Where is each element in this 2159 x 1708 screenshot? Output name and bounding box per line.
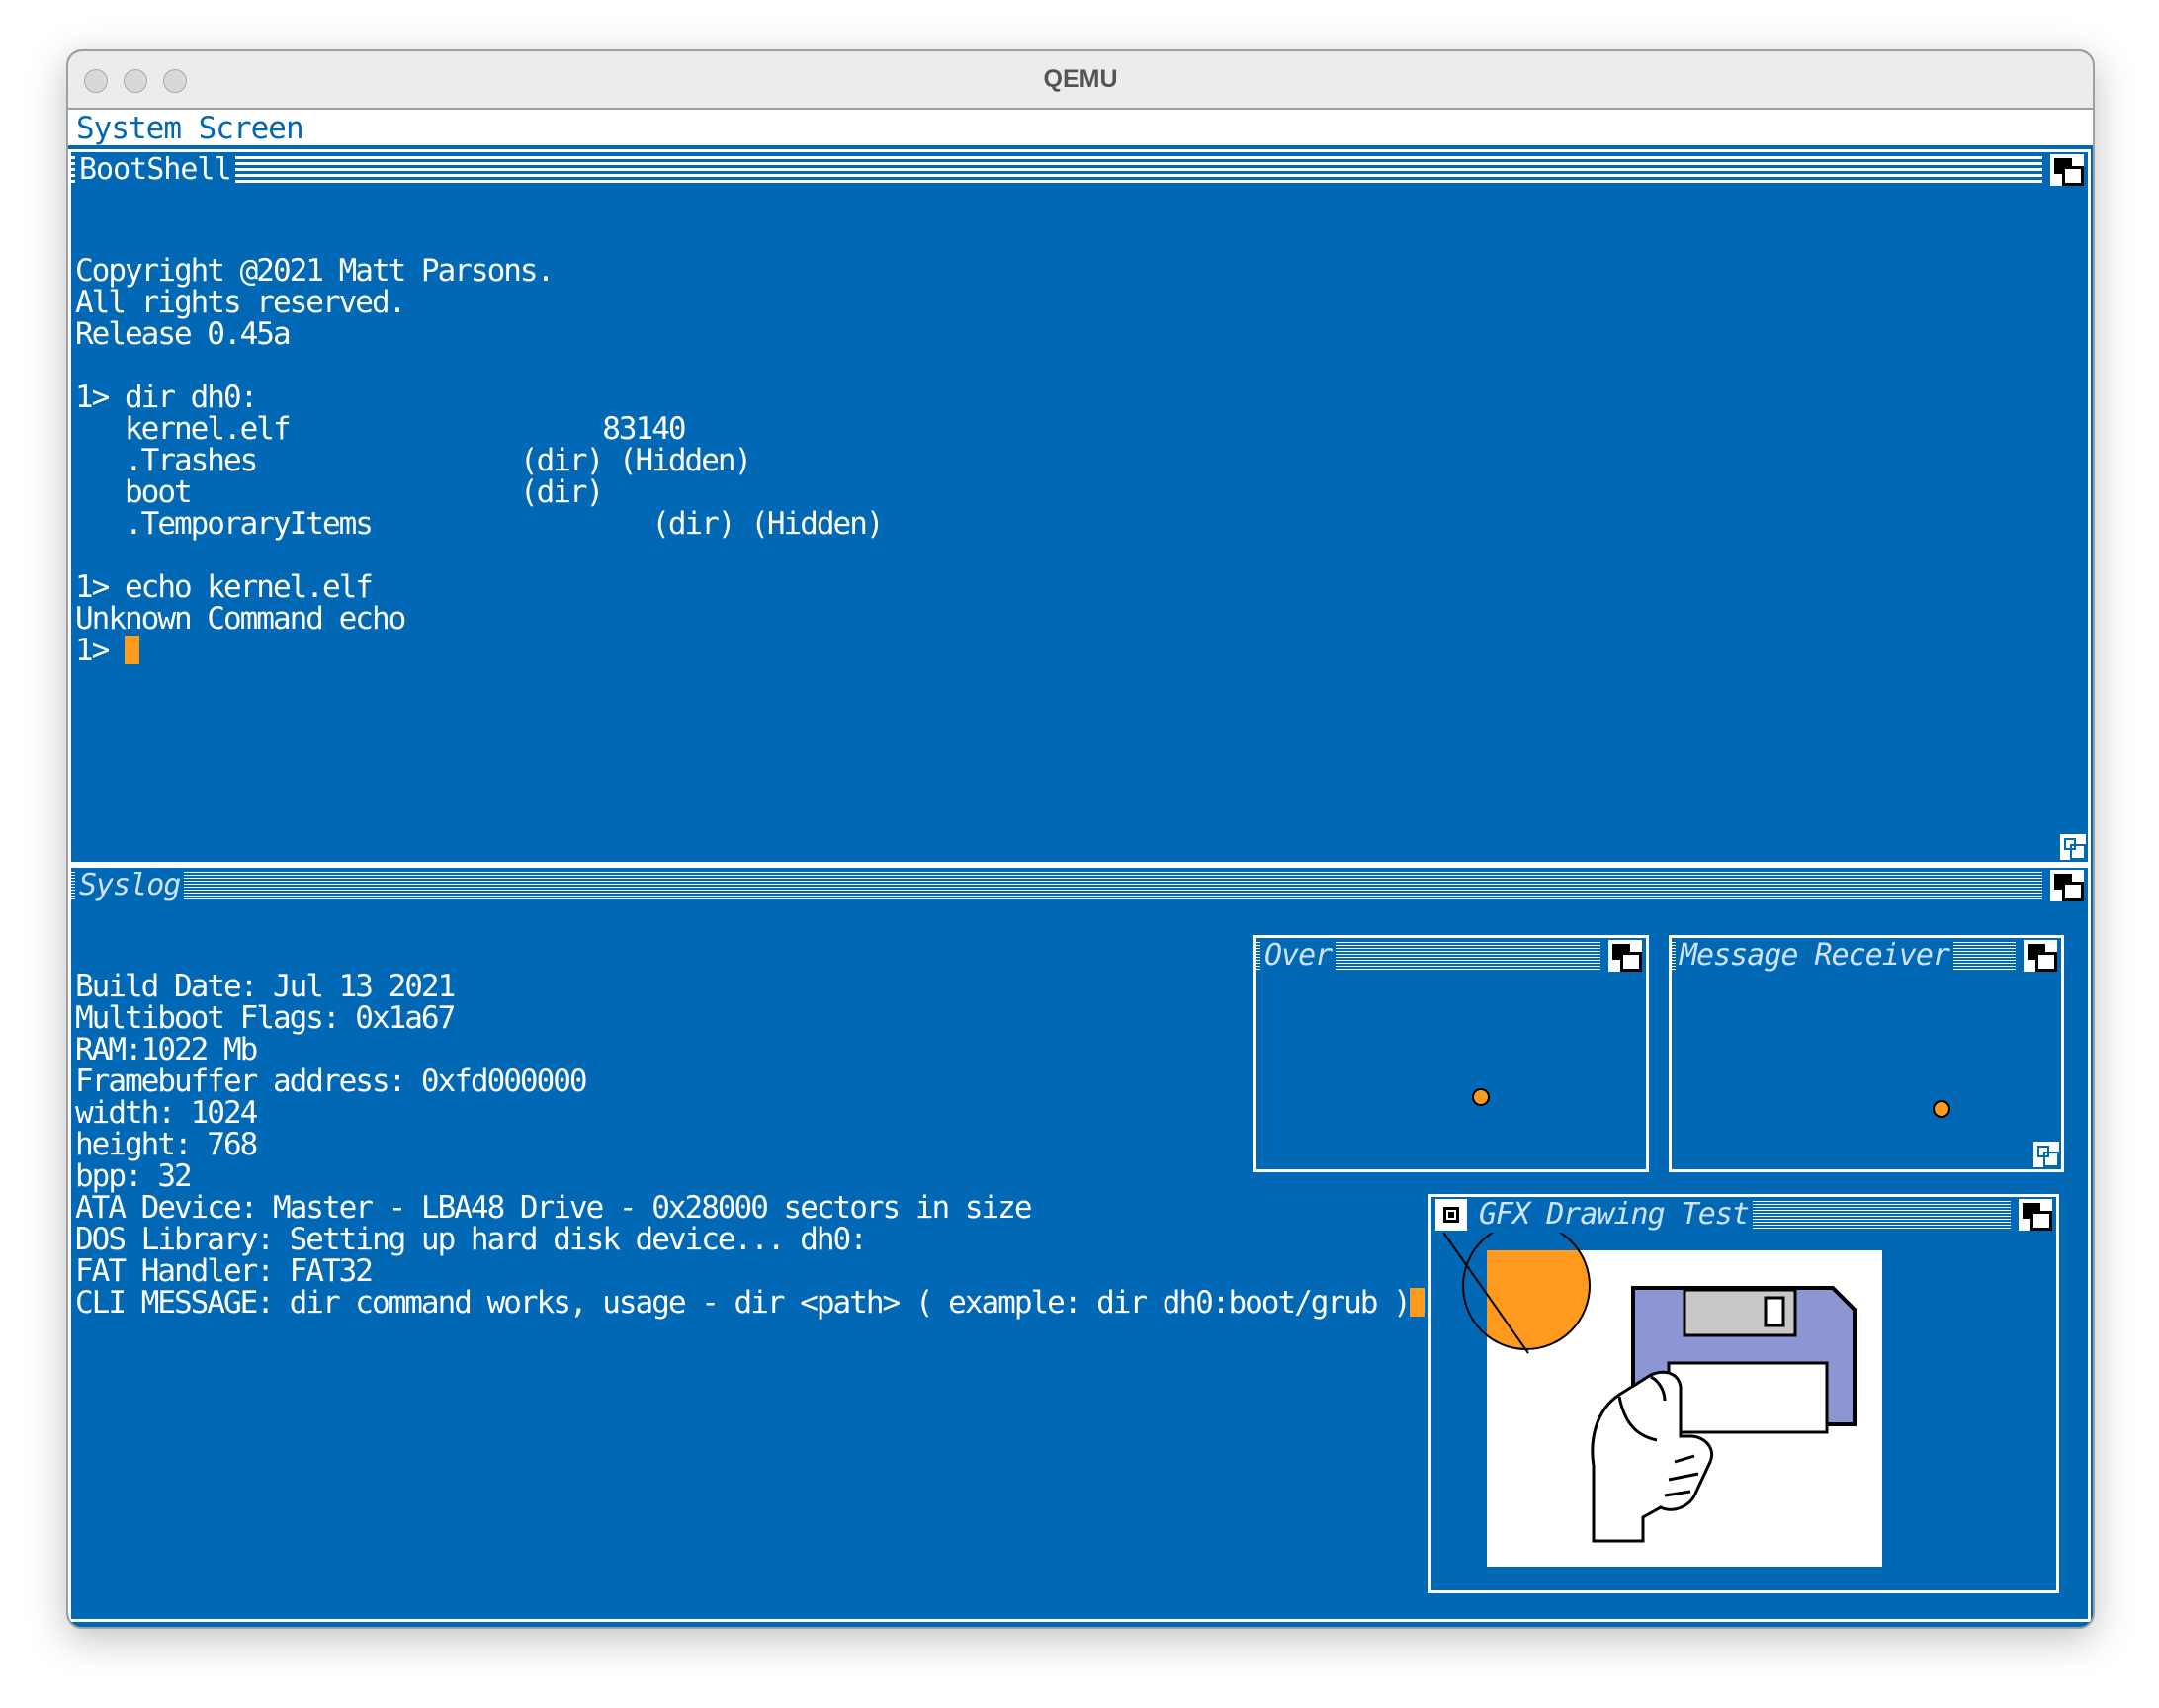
received-dot [1933,1100,1950,1118]
screen-title: System Screen [76,111,304,146]
over-title-bar[interactable]: Over [1256,938,1646,974]
shell-line: Copyright @2021 Matt Parsons. [75,253,555,289]
syslog-output: Build Date: Jul 13 2021 Multiboot Flags: … [75,907,1425,1382]
depth-gadget-icon[interactable] [2019,1199,2052,1231]
log-line: FAT Handler: FAT32 [75,1253,374,1289]
syslog-title-bar[interactable]: Syslog [71,868,2088,903]
qemu-window: QEMU System Screen BootShell Copyright @… [66,49,2095,1629]
shell-line: 1> dir dh0: [75,380,258,415]
receiver-title: Message Receiver [1676,938,1953,974]
shell-line: .TemporaryItems (dir) (Hidden) [75,506,885,542]
bootshell-output: Copyright @2021 Matt Parsons. All rights … [75,192,885,729]
log-line: DOS Library: Setting up hard disk device… [75,1222,868,1257]
log-line: ATA Device: Master - LBA48 Drive - 0x280… [75,1190,1032,1226]
title-bar[interactable]: QEMU [68,51,2093,110]
resize-gadget-icon[interactable] [2033,1142,2059,1167]
log-line: Framebuffer address: 0xfd000000 [75,1064,588,1099]
shell-prompt: 1> [75,633,125,668]
gfx-title: GFX Drawing Test [1475,1197,1753,1233]
gfx-title-bar[interactable]: GFX Drawing Test [1431,1197,2056,1233]
bouncing-dot [1472,1088,1490,1106]
screen-title-bar[interactable]: System Screen [68,110,2093,149]
shell-line: .Trashes (dir) (Hidden) [75,443,752,478]
syslog-last-line: CLI MESSAGE: dir command works, usage - … [75,1285,1412,1321]
shell-line: All rights reserved. [75,285,406,320]
log-line: Multiboot Flags: 0x1a67 [75,1000,456,1036]
depth-gadget-icon[interactable] [2050,870,2084,901]
window-title: QEMU [1043,65,1118,93]
text-cursor [125,636,139,664]
log-line: RAM:1022 Mb [75,1032,258,1068]
text-cursor [1409,1288,1425,1317]
title-stripes [71,872,2042,899]
syslog-window[interactable]: Syslog Build Date: Jul 13 2021 Multiboot … [68,865,2091,1622]
shell-line: Release 0.45a [75,316,292,352]
syslog-title: Syslog [75,868,185,903]
over-title: Over [1260,938,1337,974]
close-gadget-icon[interactable] [1435,1199,1467,1231]
depth-gadget-icon[interactable] [1608,940,1642,972]
receiver-title-bar[interactable]: Message Receiver [1672,938,2061,974]
depth-gadget-icon[interactable] [2024,940,2057,972]
log-line: Build Date: Jul 13 2021 [75,969,456,1004]
gfx-drawing-window[interactable]: GFX Drawing Test [1428,1194,2059,1593]
bootshell-title: BootShell [75,152,235,188]
log-line: height: 768 [75,1127,258,1162]
log-line: bpp: 32 [75,1158,193,1194]
log-line: width: 1024 [75,1095,258,1131]
message-receiver-window[interactable]: Message Receiver [1669,935,2064,1172]
shell-line: kernel.elf 83140 [75,411,687,447]
shell-line: Unknown Command echo [75,601,406,637]
resize-gadget-icon[interactable] [2060,834,2086,860]
bootshell-window[interactable]: BootShell Copyright @2021 Matt Parsons. A… [68,149,2091,865]
shell-line: 1> echo kernel.elf [75,569,374,605]
gfx-canvas [1441,1233,1882,1567]
emulator-screen[interactable]: System Screen BootShell Copyright @2021 … [68,110,2093,1627]
over-window[interactable]: Over [1253,935,1649,1172]
bootshell-title-bar[interactable]: BootShell [71,152,2088,188]
title-stripes [71,156,2042,184]
shell-line: boot (dir) [75,474,604,510]
depth-gadget-icon[interactable] [2050,154,2084,186]
